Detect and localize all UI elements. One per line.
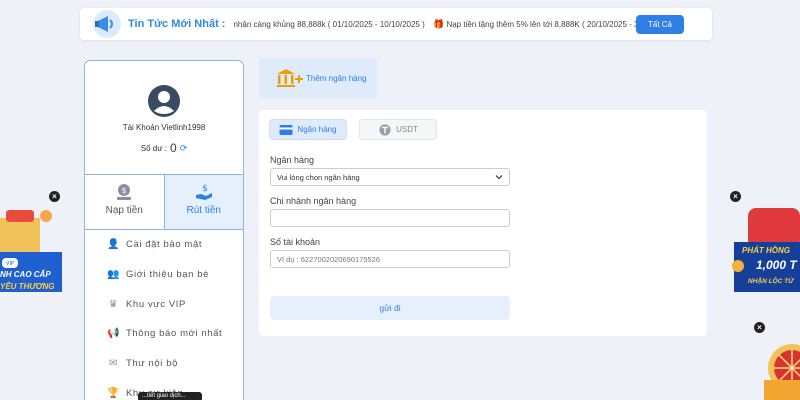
account-number-placeholder: Ví dụ : 6227002020690175526 <box>277 254 381 264</box>
account-menu: 👤 Cài đặt bảo mật 👥 Giới thiệu bạn bè ♛ … <box>84 230 244 400</box>
promo-text: 1,000 T <box>756 258 797 272</box>
wallet-actions: $ Nạp tiền $ Rút tiền <box>84 175 244 230</box>
menu-item-label: Thông báo mới nhất <box>126 328 223 340</box>
tab-bank-label: Ngân hàng <box>297 125 337 134</box>
promo-text: NH CAO CẤP <box>0 270 51 279</box>
method-tabs: Ngân hàng USDT <box>269 119 437 140</box>
hand-money-icon: $ <box>195 184 212 200</box>
ticker-label: Tin Tức Mới Nhất : <box>128 18 226 30</box>
menu-item-inbox[interactable]: ✉ Thư nội bộ <box>85 349 243 379</box>
tab-bank[interactable]: Ngân hàng <box>269 119 347 140</box>
trophy-icon: 🏆 <box>107 387 121 399</box>
bank-select[interactable]: Vui lòng chọn ngân hàng <box>270 168 510 186</box>
account-name: Tài Khoản Vietlinh1998 <box>122 123 206 132</box>
promo-banner-left[interactable]: VIP NH CAO CẤP YÊU THƯƠNG <box>0 206 62 292</box>
mail-icon: ✉ <box>109 358 118 370</box>
menu-item-label: Thư nội bộ <box>126 358 178 370</box>
add-bank-button[interactable]: Thêm ngân hàng <box>259 58 377 98</box>
account-number-label: Số tài khoản <box>270 237 321 247</box>
ticker-message: Nạp tiền tặng thêm 5% lên tới 8,888K ( 2… <box>446 19 636 29</box>
promo-banner-right-bottom[interactable] <box>752 330 800 400</box>
news-ticker: Tin Tức Mới Nhất : nhận càng khủng 88,88… <box>80 8 712 40</box>
deposit-label: Nạp tiền <box>105 205 143 216</box>
profile-card: Tài Khoản Vietlinh1998 Số dư : 0 ⟳ <box>84 60 244 175</box>
users-icon: 👥 <box>107 269 121 281</box>
promo-banner-right[interactable]: PHÁT HỒNG 1,000 T NHẬN LỘC TỨ <box>728 206 800 296</box>
bank-select-value: Vui lòng chọn ngân hàng <box>277 172 360 182</box>
menu-item-label: Cài đặt bảo mật <box>126 239 203 251</box>
megaphone-icon <box>93 10 121 38</box>
promo-text: PHÁT HỒNG <box>742 246 790 255</box>
menu-item-referral[interactable]: 👥 Giới thiệu bạn bè <box>85 260 243 290</box>
promo-text: NHẬN LỘC TỨ <box>748 278 794 285</box>
branch-input[interactable] <box>270 209 510 227</box>
add-bank-label: Thêm ngân hàng <box>306 73 367 83</box>
svg-text:VIP: VIP <box>6 261 14 267</box>
menu-item-label: Giới thiệu bạn bè <box>126 269 209 281</box>
balance: Số dư : 0 ⟳ <box>85 141 243 155</box>
account-number-input[interactable]: Ví dụ : 6227002020690175526 <box>270 250 510 268</box>
balance-value: 0 <box>170 141 177 155</box>
ticker-message: nhận càng khủng 88,888k ( 01/10/2025 - 1… <box>233 19 425 29</box>
submit-button[interactable]: gửi đi <box>270 296 510 320</box>
menu-item-label: Khu vực VIP <box>126 298 186 310</box>
menu-item-vip[interactable]: ♛ Khu vực VIP <box>85 289 243 319</box>
lucky-wheel-icon <box>764 344 800 400</box>
balance-label: Số dư : <box>140 143 168 153</box>
tooltip: ...tiết giao dịch... <box>138 392 202 400</box>
gift-icon: 🎁 <box>432 18 445 29</box>
gift-box-icon: VIP <box>0 210 62 292</box>
menu-item-security[interactable]: 👤 Cài đặt bảo mật <box>85 230 243 260</box>
bank-plus-icon <box>277 69 303 87</box>
tab-usdt[interactable]: USDT <box>359 119 437 140</box>
deposit-button[interactable]: $ Nạp tiền <box>85 175 164 229</box>
crown-icon: ♛ <box>108 298 119 310</box>
withdraw-form-card: Ngân hàng USDT Ngân hàng Vui lòng chọn n… <box>259 110 707 336</box>
megaphone-icon: 📢 <box>107 328 121 340</box>
bank-label: Ngân hàng <box>270 155 315 165</box>
tab-usdt-label: USDT <box>396 125 418 134</box>
svg-text:$: $ <box>202 184 208 194</box>
withdraw-label: Rút tiền <box>186 205 221 216</box>
withdraw-button[interactable]: $ Rút tiền <box>163 175 243 229</box>
credit-card-icon <box>279 124 293 135</box>
view-all-button[interactable]: Tất Cả <box>635 14 684 34</box>
promo-text: YÊU THƯƠNG <box>0 282 55 291</box>
tether-icon <box>379 123 391 136</box>
coin-deposit-icon: $ <box>117 184 132 200</box>
chevron-down-icon <box>495 175 503 180</box>
close-icon[interactable]: × <box>49 191 60 202</box>
branch-label: Chi nhánh ngân hàng <box>270 196 357 206</box>
svg-text:$: $ <box>122 186 127 195</box>
avatar-icon <box>148 85 180 117</box>
user-gear-icon: 👤 <box>107 239 121 251</box>
refresh-icon[interactable]: ⟳ <box>180 143 188 154</box>
menu-item-notifications[interactable]: 📢 Thông báo mới nhất <box>85 319 243 349</box>
close-icon[interactable]: × <box>730 191 741 202</box>
ticker-messages: nhận càng khủng 88,888k ( 01/10/2025 - 1… <box>233 19 636 30</box>
